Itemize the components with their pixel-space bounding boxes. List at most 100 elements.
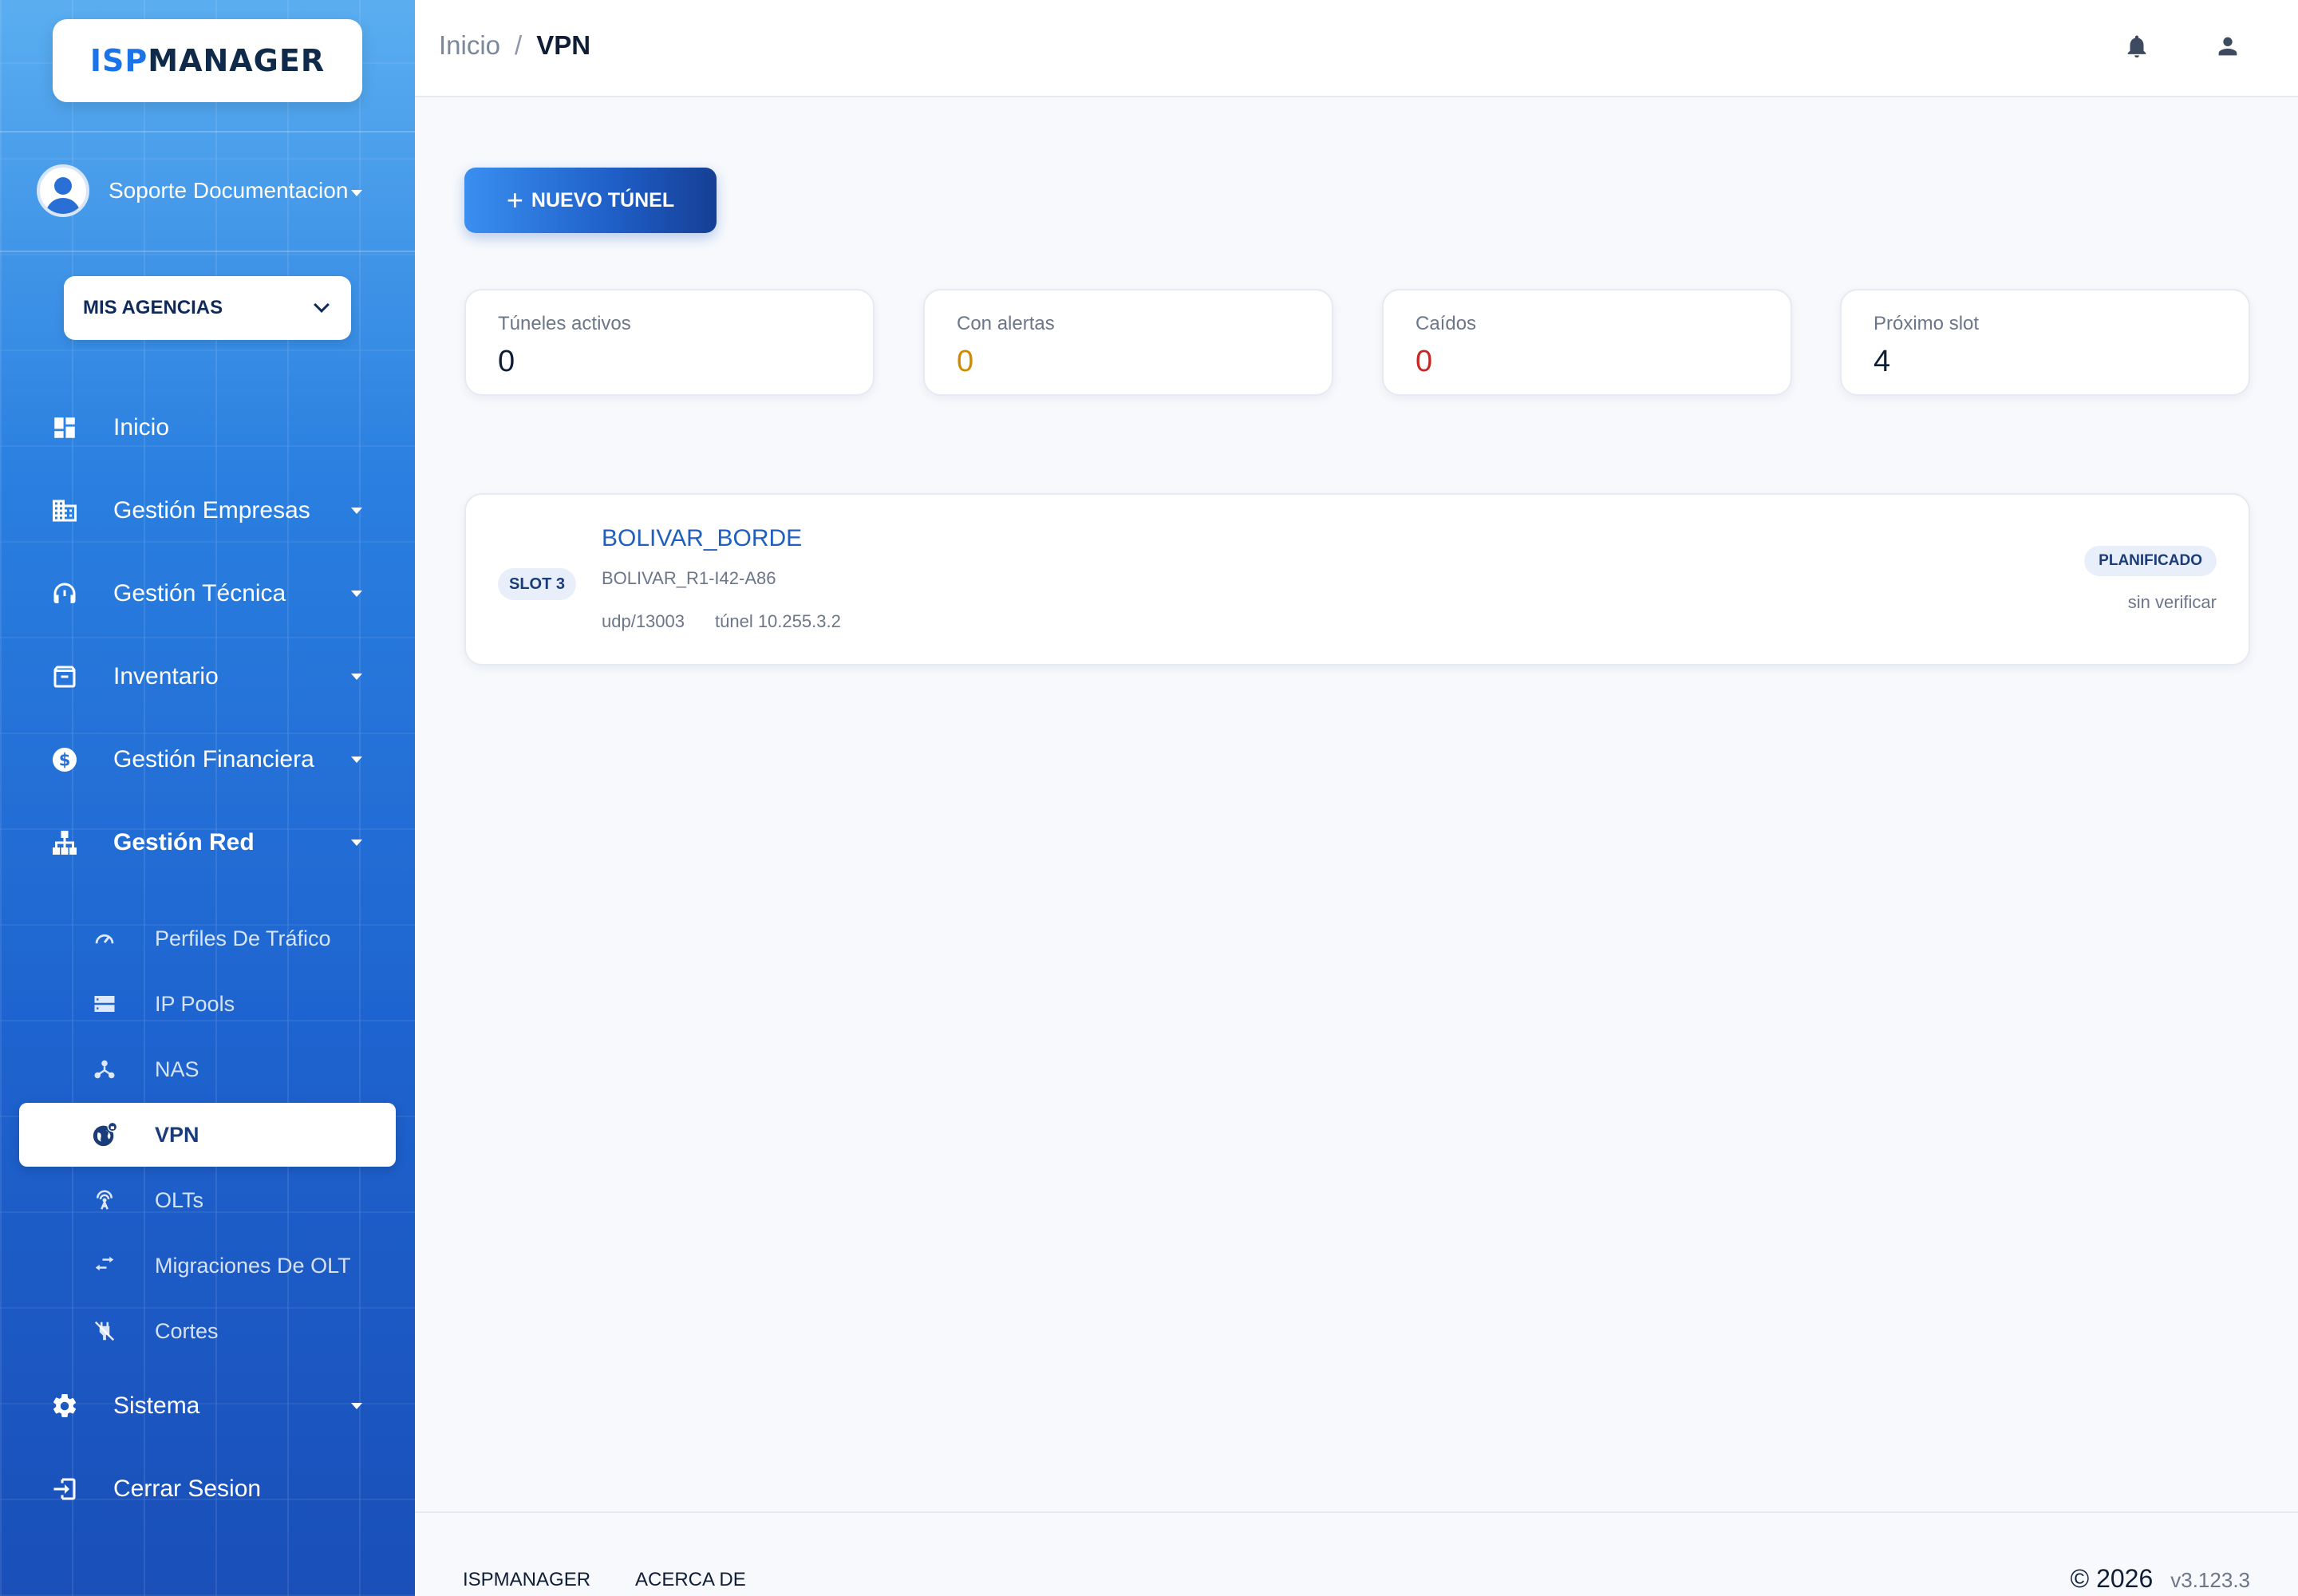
vpn-globe-icon [91, 1121, 118, 1148]
subnav-item-perfiles[interactable]: Perfiles De Tráfico [19, 907, 396, 970]
nav-label-sistema: Sistema [113, 1393, 200, 1419]
user-account-icon[interactable] [2212, 30, 2244, 62]
subnav-label-nas: NAS [155, 1057, 199, 1081]
breadcrumb: Inicio / VPN [439, 30, 590, 61]
verification-status: sin verificar [2127, 592, 2217, 612]
caret-down-icon [351, 1403, 362, 1409]
top-bar: Inicio / VPN [415, 0, 2298, 97]
nav-label-inicio: Inicio [113, 414, 170, 440]
bell-icon[interactable] [2121, 30, 2153, 62]
subnav-item-vpn[interactable]: VPN [19, 1103, 396, 1167]
new-tunnel-label: NUEVO TÚNEL [531, 188, 675, 211]
headset-icon [49, 579, 80, 609]
stat-card-alerts: Con alertas 0 [923, 289, 1333, 396]
tunnel-card[interactable]: SLOT 3 BOLIVAR_BORDE BOLIVAR_R1-I42-A86 … [464, 493, 2250, 666]
plus-icon: + [506, 184, 523, 216]
stat-label: Próximo slot [1874, 313, 1980, 334]
stat-value: 0 [957, 345, 974, 378]
subnav-label-vpn: VPN [155, 1122, 199, 1147]
nav-label-red: Gestión Red [113, 829, 255, 855]
breadcrumb-current: VPN [536, 30, 591, 60]
gear-icon [49, 1391, 80, 1421]
slot-badge: SLOT 3 [498, 568, 576, 600]
sidebar: ISP MANAGER Soporte Documentacion MIS AGE… [0, 0, 415, 1596]
stat-value: 4 [1874, 345, 1891, 378]
subnav-label-cortes: Cortes [155, 1318, 219, 1343]
sidebar-divider [0, 131, 415, 132]
user-caret-icon[interactable] [351, 190, 362, 196]
status-badge: PLANIFICADO [2084, 546, 2217, 576]
agency-select[interactable]: MIS AGENCIAS [64, 276, 351, 340]
nav-item-red[interactable]: Gestión Red [0, 811, 415, 875]
logo-part-isp: ISP [89, 43, 148, 78]
caret-down-icon [351, 839, 362, 846]
avatar [37, 164, 89, 217]
network-tree-icon [49, 828, 80, 858]
swap-arrows-icon [91, 1252, 118, 1279]
user-name: Soporte Documentacion [109, 178, 349, 203]
stat-card-next-slot: Próximo slot 4 [1840, 289, 2250, 396]
stat-card-down: Caídos 0 [1382, 289, 1792, 396]
server-icon [91, 990, 118, 1017]
subnav-label-olts: OLTs [155, 1187, 204, 1212]
brand-logo[interactable]: ISP MANAGER [53, 19, 362, 102]
subnav-item-olts[interactable]: OLTs [19, 1168, 396, 1232]
caret-down-icon [351, 508, 362, 514]
footer: ISPMANAGER ACERCA DE © 2026 v3.123.3 [415, 1511, 2298, 1596]
nav-item-inventario[interactable]: Inventario [0, 645, 415, 709]
user-menu[interactable]: Soporte Documentacion [37, 164, 388, 217]
nav-label-tecnica: Gestión Técnica [113, 580, 286, 606]
sidebar-divider [0, 251, 415, 252]
subnav-label-perfiles: Perfiles De Tráfico [155, 926, 331, 950]
building-icon [49, 496, 80, 526]
nav-label-empresas: Gestión Empresas [113, 497, 310, 523]
stat-label: Caídos [1416, 313, 1477, 334]
nav-label-inventario: Inventario [113, 663, 219, 689]
logo-part-manager: MANAGER [148, 43, 326, 78]
nav-label-financiera: Gestión Financiera [113, 746, 314, 772]
nav-item-empresas[interactable]: Gestión Empresas [0, 479, 415, 543]
breadcrumb-home[interactable]: Inicio [439, 30, 500, 61]
dashboard-icon [49, 413, 80, 443]
hub-icon [91, 1056, 118, 1083]
tunnel-router-id: BOLIVAR_R1-I42-A86 [602, 568, 776, 588]
agency-select-label: MIS AGENCIAS [83, 297, 223, 318]
logout-button[interactable]: Cerrar Sesion [0, 1457, 415, 1521]
subnav-item-migraciones[interactable]: Migraciones De OLT [19, 1234, 396, 1298]
footer-brand-link[interactable]: ISPMANAGER [463, 1569, 590, 1591]
copyright-text: © 2026 [2070, 1564, 2154, 1593]
power-off-icon [91, 1317, 118, 1345]
caret-down-icon [351, 757, 362, 763]
stat-card-active: Túneles activos 0 [464, 289, 875, 396]
logout-icon [49, 1474, 80, 1504]
tunnel-name-link[interactable]: BOLIVAR_BORDE [602, 525, 802, 552]
subnav-item-cortes[interactable]: Cortes [19, 1299, 396, 1363]
nav-item-tecnica[interactable]: Gestión Técnica [0, 562, 415, 626]
nav-item-inicio[interactable]: Inicio [0, 396, 415, 460]
nav-item-financiera[interactable]: $ Gestión Financiera [0, 728, 415, 792]
stat-label: Túneles activos [498, 313, 631, 334]
stat-label: Con alertas [957, 313, 1055, 334]
caret-down-icon [351, 674, 362, 680]
svg-text:$: $ [59, 751, 71, 770]
speedometer-icon [91, 925, 118, 952]
footer-about-link[interactable]: ACERCA DE [635, 1569, 746, 1591]
version-text: v3.123.3 [2170, 1568, 2250, 1592]
stat-value: 0 [498, 345, 515, 378]
footer-copyright: © 2026 v3.123.3 [2071, 1564, 2250, 1594]
caret-down-icon [351, 591, 362, 597]
nav-item-sistema[interactable]: Sistema [0, 1374, 415, 1438]
subnav-item-nas[interactable]: NAS [19, 1037, 396, 1101]
stat-value: 0 [1416, 345, 1433, 378]
subnav-item-pools[interactable]: IP Pools [19, 972, 396, 1036]
new-tunnel-button[interactable]: + NUEVO TÚNEL [464, 168, 717, 233]
nav-label-logout: Cerrar Sesion [113, 1476, 262, 1502]
antenna-icon [91, 1187, 118, 1214]
subnav-label-pools: IP Pools [155, 991, 235, 1016]
chevron-down-icon [314, 297, 330, 313]
tunnel-port: udp/13003 [602, 611, 685, 631]
tunnel-ip: túnel 10.255.3.2 [715, 611, 841, 631]
archive-icon [49, 662, 80, 692]
tunnel-meta: udp/13003 túnel 10.255.3.2 [602, 611, 841, 632]
breadcrumb-separator: / [515, 30, 523, 60]
